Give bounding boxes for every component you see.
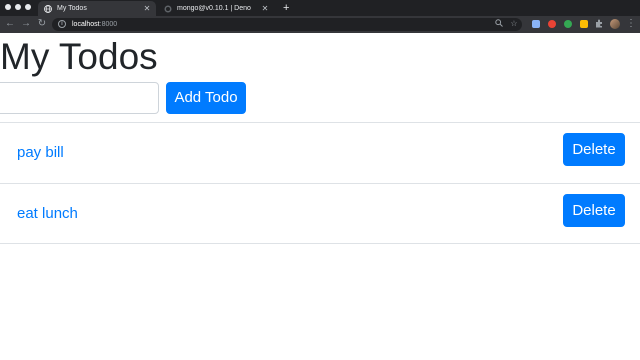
window-minimize-control[interactable] (15, 4, 21, 10)
page-title: My Todos (0, 36, 158, 77)
tab-deno-mongo[interactable]: mongo@v0.10.1 | Deno ✕ (158, 1, 274, 16)
window-zoom-control[interactable] (25, 4, 31, 10)
page-viewport: My Todos Add Todo pay bill Delete eat lu… (0, 33, 640, 360)
extension-icon[interactable] (564, 20, 572, 28)
extension-icon[interactable] (548, 20, 556, 28)
todo-text[interactable]: pay bill (17, 143, 64, 163)
extension-icon[interactable] (580, 20, 588, 28)
forward-arrow-icon[interactable]: → (20, 18, 32, 30)
todo-list-item: eat lunch Delete (0, 183, 640, 244)
extension-icon[interactable] (532, 20, 540, 28)
deno-icon (164, 5, 172, 13)
todo-list: pay bill Delete eat lunch Delete (0, 122, 640, 244)
profile-avatar[interactable] (610, 19, 620, 29)
bookmark-star-icon[interactable]: ☆ (509, 19, 519, 29)
reload-icon[interactable]: ↻ (36, 18, 48, 30)
url-text: localhost:8000 (72, 21, 118, 28)
add-todo-button[interactable]: Add Todo (166, 82, 246, 114)
tab-title: My Todos (57, 5, 87, 12)
delete-button[interactable]: Delete (563, 133, 625, 166)
browser-tab-strip: My Todos ✕ mongo@v0.10.1 | Deno ✕ + (0, 0, 640, 16)
todo-list-item: pay bill Delete (0, 122, 640, 183)
todo-input[interactable] (0, 82, 159, 114)
todo-text[interactable]: eat lunch (17, 204, 78, 224)
address-bar[interactable]: i localhost:8000 ☆ (52, 18, 522, 31)
delete-button[interactable]: Delete (563, 194, 625, 227)
browser-menu-icon[interactable]: ⋮ (626, 18, 636, 30)
new-tab-button[interactable]: + (283, 2, 289, 14)
browser-toolbar: ← → ↻ i localhost:8000 ☆ ⋮ (0, 16, 640, 33)
back-arrow-icon[interactable]: ← (4, 18, 16, 30)
tab-my-todos[interactable]: My Todos ✕ (38, 1, 156, 16)
site-info-icon[interactable]: i (58, 20, 66, 28)
globe-icon (44, 4, 52, 13)
tab-close-icon[interactable]: ✕ (260, 4, 270, 13)
window-close-control[interactable] (5, 4, 11, 10)
tab-title: mongo@v0.10.1 | Deno (177, 5, 251, 12)
puzzle-icon[interactable] (594, 19, 604, 29)
zoom-icon[interactable] (494, 19, 504, 29)
tab-close-icon[interactable]: ✕ (142, 4, 152, 13)
